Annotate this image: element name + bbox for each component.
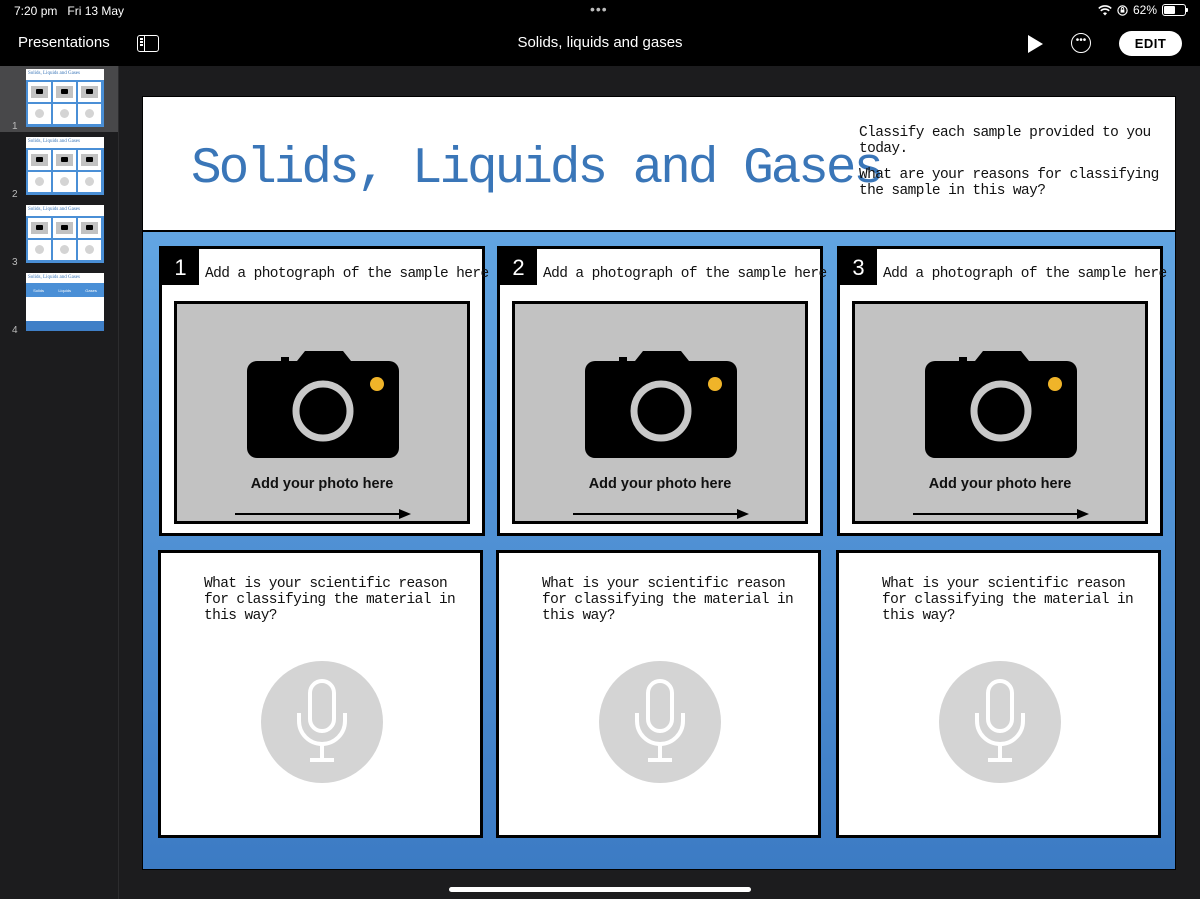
photo-placeholder[interactable]: Add your photo here — [174, 301, 470, 524]
thumb-columns: Solids Liquids Gases — [26, 283, 104, 297]
multitasking-dots[interactable]: ••• — [590, 1, 608, 17]
battery-icon — [1162, 4, 1188, 16]
reason-card-3[interactable]: What is your scientific reason for class… — [836, 550, 1161, 838]
slide-thumbnail-4[interactable]: 4 Solids, Liquids and Gases Solids Liqui… — [0, 270, 118, 336]
play-icon[interactable] — [1028, 35, 1043, 53]
instruction-line: What are your reasons for classifying th… — [859, 167, 1159, 199]
edit-button[interactable]: EDIT — [1119, 31, 1182, 56]
photo-placeholder[interactable]: Add your photo here — [852, 301, 1148, 524]
home-indicator[interactable] — [449, 887, 751, 892]
slide-header: Solids, Liquids and Gases Classify each … — [143, 97, 1175, 232]
toolbar: Presentations Solids, liquids and gases … — [0, 22, 1200, 66]
slide-thumbnail-2[interactable]: 2 Solids, Liquids and Gases — [0, 134, 118, 200]
camera-icon — [247, 351, 399, 458]
reason-card-1[interactable]: What is your scientific reason for class… — [158, 550, 483, 838]
thumbnail-image: Solids, Liquids and Gases — [26, 137, 104, 195]
battery-percent: 62% — [1132, 3, 1157, 17]
thumb-title: Solids, Liquids and Gases — [28, 207, 80, 212]
photo-placeholder[interactable]: Add your photo here — [512, 301, 808, 524]
photo-card-1[interactable]: 1 Add a photograph of the sample here Ad… — [159, 246, 489, 536]
slide-number: 2 — [12, 189, 18, 200]
card-label: Add a photograph of the sample here — [543, 266, 827, 282]
thumbnail-image: Solids, Liquids and Gases — [26, 205, 104, 263]
status-bar: 7:20 pm Fri 13 May ••• 62% — [0, 0, 1200, 22]
card-label: Add a photograph of the sample here — [205, 266, 489, 282]
slide-number: 1 — [12, 121, 18, 132]
slide-title[interactable]: Solids, Liquids and Gases — [191, 141, 884, 198]
wifi-icon — [1098, 4, 1112, 15]
photo-card-2[interactable]: 2 Add a photograph of the sample here Ad… — [497, 246, 827, 536]
reason-question: What is your scientific reason for class… — [204, 576, 456, 624]
document-title: Solids, liquids and gases — [517, 34, 683, 51]
reason-question: What is your scientific reason for class… — [882, 576, 1134, 624]
camera-icon — [585, 351, 737, 458]
thumb-title: Solids, Liquids and Gases — [28, 139, 80, 144]
slide-number: 4 — [12, 325, 18, 336]
reason-question: What is your scientific reason for class… — [542, 576, 794, 624]
status-time: 7:20 pm Fri 13 May — [14, 4, 125, 18]
orientation-lock-icon — [1117, 4, 1128, 16]
status-right: 62% — [1098, 3, 1188, 17]
slide-thumbnail-1[interactable]: 1 Solids, Liquids and Gases — [0, 66, 118, 132]
more-icon[interactable]: ••• — [1071, 33, 1091, 53]
slide-navigator: 1 Solids, Liquids and Gases 2 Solids, Li… — [0, 66, 119, 899]
camera-icon — [925, 351, 1077, 458]
slide-number: 3 — [12, 257, 18, 268]
thumb-title: Solids, Liquids and Gases — [28, 71, 80, 76]
card-number: 2 — [500, 249, 537, 285]
reason-card-2[interactable]: What is your scientific reason for class… — [496, 550, 821, 838]
arrow-right-icon — [913, 509, 1089, 519]
microphone-icon[interactable] — [939, 661, 1061, 783]
slide[interactable]: Solids, Liquids and Gases Classify each … — [143, 97, 1175, 869]
arrow-right-icon — [573, 509, 749, 519]
card-number: 1 — [162, 249, 199, 285]
thumbnail-image: Solids, Liquids and Gases — [26, 69, 104, 127]
arrow-right-icon — [235, 509, 411, 519]
microphone-icon[interactable] — [261, 661, 383, 783]
card-label: Add a photograph of the sample here — [883, 266, 1167, 282]
microphone-icon[interactable] — [599, 661, 721, 783]
thumbnail-image: Solids, Liquids and Gases Solids Liquids… — [26, 273, 104, 331]
instruction-line: Classify each sample provided to you tod… — [859, 125, 1151, 157]
slide-thumbnail-3[interactable]: 3 Solids, Liquids and Gases — [0, 202, 118, 268]
photo-caption: Add your photo here — [588, 476, 732, 492]
photo-card-3[interactable]: 3 Add a photograph of the sample here Ad… — [837, 246, 1167, 536]
photo-caption: Add your photo here — [250, 476, 394, 492]
photo-caption: Add your photo here — [928, 476, 1072, 492]
instructions-textbox[interactable]: Classify each sample provided to you tod… — [859, 125, 1159, 209]
card-number: 3 — [840, 249, 877, 285]
